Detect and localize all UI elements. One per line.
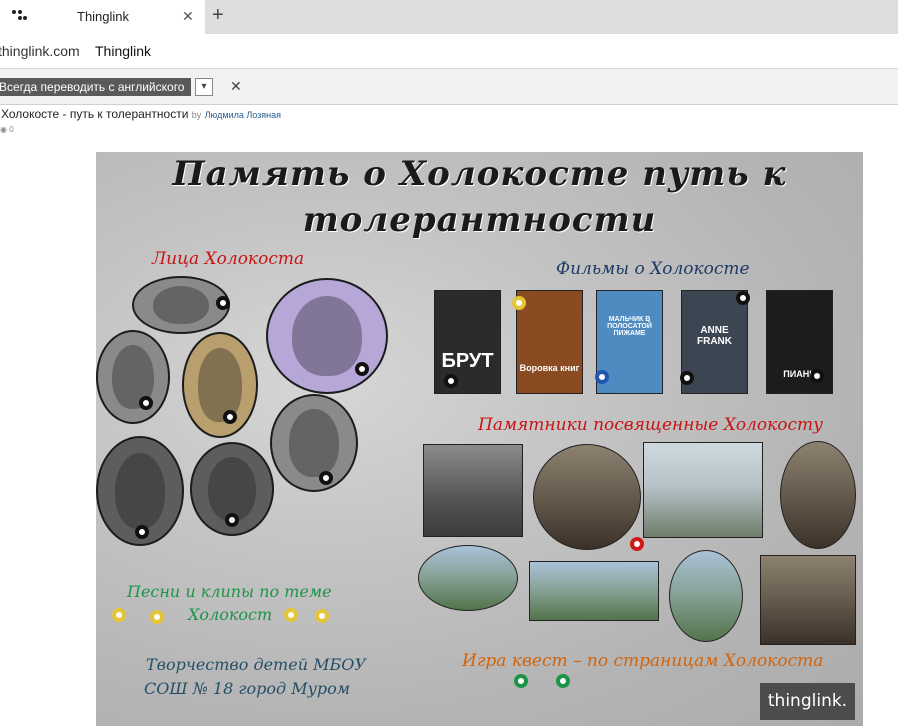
hotspot-marker[interactable] [355, 362, 369, 376]
hotspot-marker[interactable] [444, 374, 458, 388]
hotspot-marker[interactable] [112, 608, 126, 622]
hotspot-marker[interactable] [556, 674, 570, 688]
thinglink-favicon-icon [12, 10, 27, 24]
close-icon[interactable]: ✕ [182, 8, 194, 25]
portrait-photo [266, 278, 388, 394]
main-title-line1: Память о Холокосте путь к [172, 154, 787, 194]
hotspot-marker[interactable] [284, 608, 298, 622]
tab-thinglink[interactable]: Thinglink ✕ [0, 0, 205, 34]
faces-heading: Лица Холокоста [152, 249, 305, 269]
songs-heading-line2: Холокост [188, 605, 273, 624]
songs-heading-line1: Песни и клипы по теме [127, 582, 332, 601]
portrait-photo [270, 394, 358, 492]
hotspot-marker[interactable] [319, 471, 333, 485]
monument-photo [669, 550, 743, 642]
creativity-line2: СОШ № 18 город Муром [144, 679, 350, 698]
hotspot-marker[interactable] [680, 371, 694, 385]
plus-icon[interactable]: + [212, 4, 224, 27]
hotspot-marker[interactable] [225, 513, 239, 527]
hotspot-marker[interactable] [139, 396, 153, 410]
hotspot-marker[interactable] [216, 296, 230, 310]
hotspot-marker[interactable] [150, 610, 164, 624]
chevron-down-icon[interactable]: ▾ [195, 78, 213, 96]
hotspot-marker[interactable] [810, 369, 824, 383]
view-count: ◉ 0 [0, 125, 14, 134]
monument-photo [780, 441, 856, 549]
monument-photo [533, 444, 641, 550]
url-page-title: Thinglink [95, 43, 152, 59]
eye-icon: ◉ [0, 125, 7, 134]
hotspot-marker[interactable] [315, 609, 329, 623]
views-value: 0 [9, 125, 14, 134]
page-header: Холокосте - путь к толерантности by Людм… [0, 105, 898, 152]
films-heading: Фильмы о Холокосте [556, 259, 750, 279]
monument-photo [643, 442, 763, 538]
address-bar[interactable]: thinglink.com Thinglink [0, 34, 898, 69]
creativity-line1: Творчество детей МБОУ [146, 655, 366, 674]
hotspot-marker[interactable] [514, 674, 528, 688]
hotspot-marker[interactable] [223, 410, 237, 424]
film-title: БРУТ [441, 350, 494, 372]
author-link[interactable]: Людмила Лозяная [205, 110, 281, 120]
hotspot-marker[interactable] [595, 370, 609, 384]
monuments-heading: Памятники посвященные Холокосту [478, 415, 824, 435]
portrait-photo [182, 332, 258, 438]
always-translate-button[interactable]: Всегда переводить с английского [0, 78, 191, 96]
by-label: by [191, 110, 202, 120]
close-icon[interactable]: ✕ [230, 78, 242, 95]
tab-strip: Thinglink ✕ + [0, 0, 898, 34]
hotspot-marker[interactable] [736, 291, 750, 305]
url-domain: thinglink.com [0, 43, 80, 59]
thinglink-badge[interactable]: thinglink. [760, 683, 855, 720]
tab-title: Thinglink [77, 9, 130, 24]
film-title: ANNE FRANK [697, 325, 732, 347]
page-title: Холокосте - путь к толерантности by Людм… [1, 107, 281, 121]
film-title: МАЛЬЧИК В ПОЛОСАТОЙ ПИЖАМЕ [607, 316, 652, 337]
monument-photo [418, 545, 518, 611]
monument-photo [423, 444, 523, 537]
monument-photo [760, 555, 856, 645]
monument-photo [529, 561, 659, 621]
hotspot-marker[interactable] [135, 525, 149, 539]
page-title-text: Холокосте - путь к толерантности [1, 107, 189, 121]
translate-bar: Всегда переводить с английского ▾ ✕ [0, 69, 898, 105]
hotspot-marker[interactable] [630, 537, 644, 551]
quest-heading: Игра квест – по страницам Холокоста [462, 651, 824, 671]
film-poster[interactable]: Воровка книг [516, 290, 583, 394]
thinglink-canvas[interactable]: Память о Холокосте путь к толерантности … [96, 152, 863, 726]
hotspot-marker[interactable] [512, 296, 526, 310]
main-title-line2: толерантности [302, 200, 657, 240]
film-title: Воровка книг [519, 363, 580, 373]
portrait-photo [96, 330, 170, 424]
